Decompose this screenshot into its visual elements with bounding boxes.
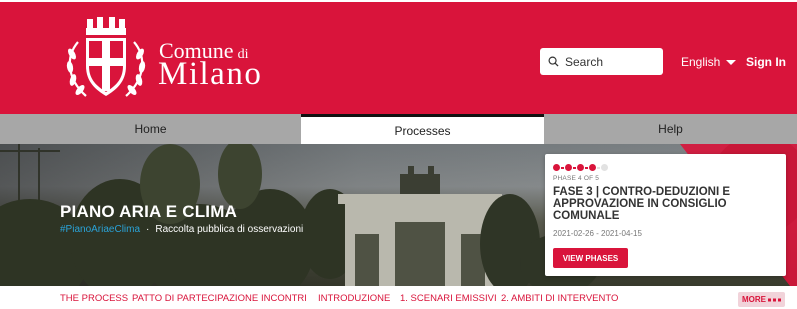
phase-dot <box>553 164 560 171</box>
search-icon <box>548 56 559 67</box>
section-link-ambiti[interactable]: 2. AMBITI DI INTERVENTO <box>501 293 618 304</box>
more-label: MORE <box>742 295 766 304</box>
process-hashtag[interactable]: #PianoAriaeClima <box>60 224 140 235</box>
more-sections-button[interactable]: MORE <box>738 292 785 307</box>
phase-dot <box>589 164 596 171</box>
section-link-the-process[interactable]: THE PROCESS <box>60 293 128 304</box>
sign-in-link[interactable]: Sign In <box>746 55 786 69</box>
phase-connector <box>585 166 588 169</box>
language-label: English <box>681 55 721 69</box>
phase-connector <box>573 166 576 169</box>
process-sections-nav: THE PROCESS PATTO DI PARTECIPAZIONE INCO… <box>0 286 797 309</box>
view-phases-button[interactable]: VIEW PHASES <box>553 248 628 268</box>
nav-item-help[interactable]: Help <box>544 114 797 144</box>
ellipsis-icon <box>768 298 781 301</box>
process-title: PIANO ARIA E CLIMA <box>60 202 238 221</box>
logo-milano-text: Milano <box>158 56 263 92</box>
comune-di-milano-logo[interactable]: Comune di Milano <box>60 14 263 104</box>
milan-crest-icon <box>66 17 146 97</box>
section-link-scenari[interactable]: 1. SCENARI EMISSIVI <box>400 293 497 304</box>
phase-progress-indicator <box>553 164 609 171</box>
caret-down-icon <box>726 59 737 65</box>
section-link-patto[interactable]: PATTO DI PARTECIPAZIONE <box>132 293 258 304</box>
process-description: Raccolta pubblica di osservazioni <box>155 224 304 235</box>
section-link-introduzione[interactable]: INTRODUZIONE <box>318 293 390 304</box>
nav-item-home[interactable]: Home <box>0 114 301 144</box>
search-input[interactable]: Search <box>540 48 663 75</box>
phase-connector <box>597 166 600 169</box>
phase-counter: PHASE 4 OF 5 <box>553 175 600 182</box>
site-header: Comune di Milano Search English Sign In <box>0 0 797 114</box>
phase-dot <box>577 164 584 171</box>
nav-item-processes[interactable]: Processes <box>301 114 544 144</box>
phase-dot <box>601 164 608 171</box>
language-selector[interactable]: English <box>681 55 737 69</box>
phase-card: PHASE 4 OF 5 FASE 3 | CONTRO-DEDUZIONI E… <box>545 154 786 276</box>
phase-dot <box>565 164 572 171</box>
section-link-incontri[interactable]: INCONTRI <box>261 293 307 304</box>
phase-name: FASE 3 | CONTRO-DEDUZIONI E APPROVAZIONE… <box>553 186 731 222</box>
phase-connector <box>561 166 564 169</box>
subtitle-separator: · <box>146 224 150 235</box>
phase-dates: 2021-02-26 - 2021-04-15 <box>553 229 642 238</box>
process-subtitle: #PianoAriaeClima · Raccolta pubblica di os… <box>60 224 303 235</box>
search-placeholder: Search <box>565 54 604 69</box>
main-nav: Home Processes Help <box>0 114 797 144</box>
